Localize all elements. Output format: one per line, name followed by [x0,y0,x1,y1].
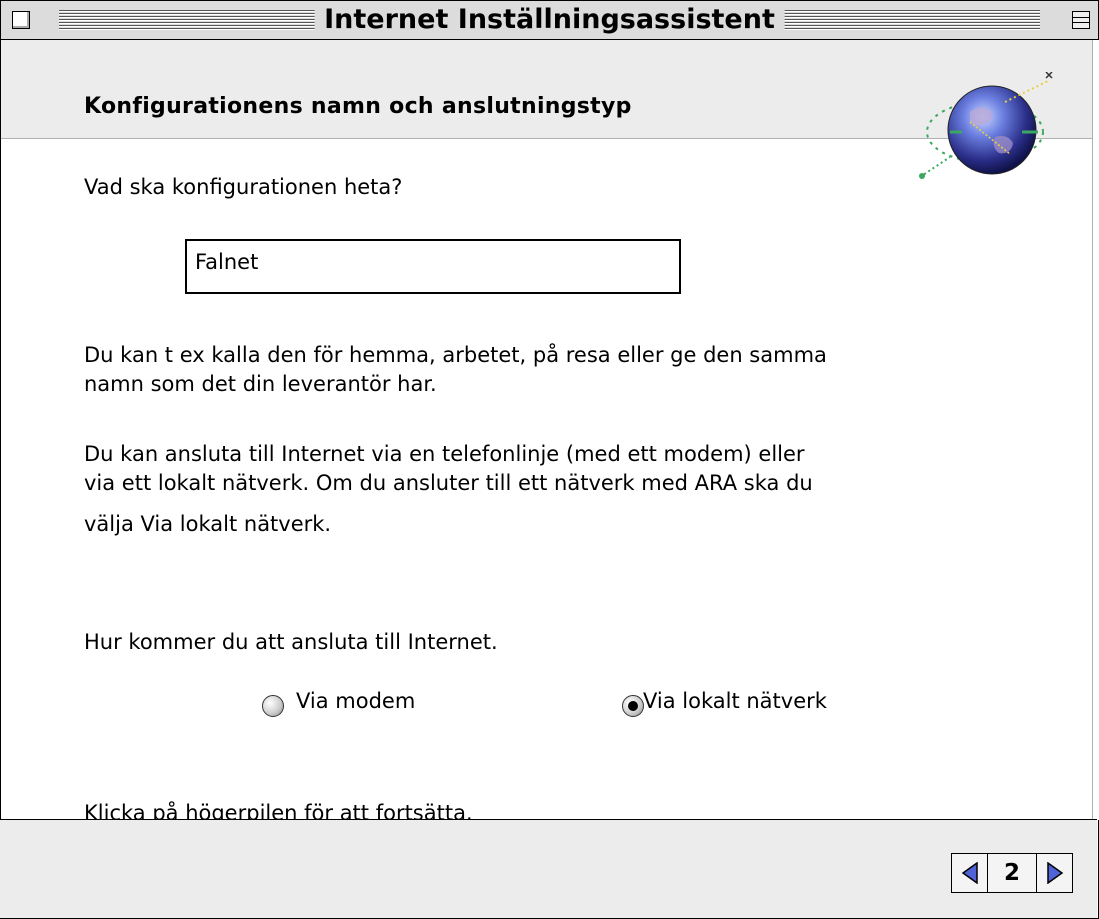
left-arrow-icon [961,862,978,884]
section-title: Konfigurationens namn och anslutningstyp [84,94,632,119]
radio-via-lan-label[interactable]: Via lokalt nätverk [643,687,827,716]
collapse-box-icon[interactable] [1072,11,1090,29]
window-title: Internet Inställningsassistent [314,5,785,35]
window-edge [1092,40,1099,820]
configuration-name-field[interactable]: Falnet [185,239,681,294]
name-help-line-2: namn som det din leverantör har. [84,372,437,396]
connect-info-line-1: Du kan ansluta till Internet via en tele… [84,442,805,466]
radio-via-modem-label[interactable]: Via modem [296,687,415,716]
radio-via-lan[interactable] [622,695,644,717]
next-page-button[interactable] [1036,853,1073,893]
connect-info-line-2: via ett lokalt nätverk. Om du ansluter t… [84,471,813,495]
navigation-footer [0,819,1097,918]
previous-page-button[interactable] [951,853,988,893]
title-bar[interactable]: Internet Inställningsassistent [1,1,1098,40]
page-number: 2 [988,853,1036,893]
connect-info-line-3: välja Via lokalt nätverk. [84,512,332,536]
right-arrow-icon [1047,862,1064,884]
radio-via-modem[interactable] [262,695,284,717]
connect-question: Hur kommer du att ansluta till Internet. [84,630,498,654]
name-help-line-1: Du kan t ex kalla den för hemma, arbetet… [84,343,827,367]
name-question: Vad ska konfigurationen heta? [84,175,403,199]
globe-icon [919,72,1053,179]
close-box-icon[interactable] [12,11,30,29]
